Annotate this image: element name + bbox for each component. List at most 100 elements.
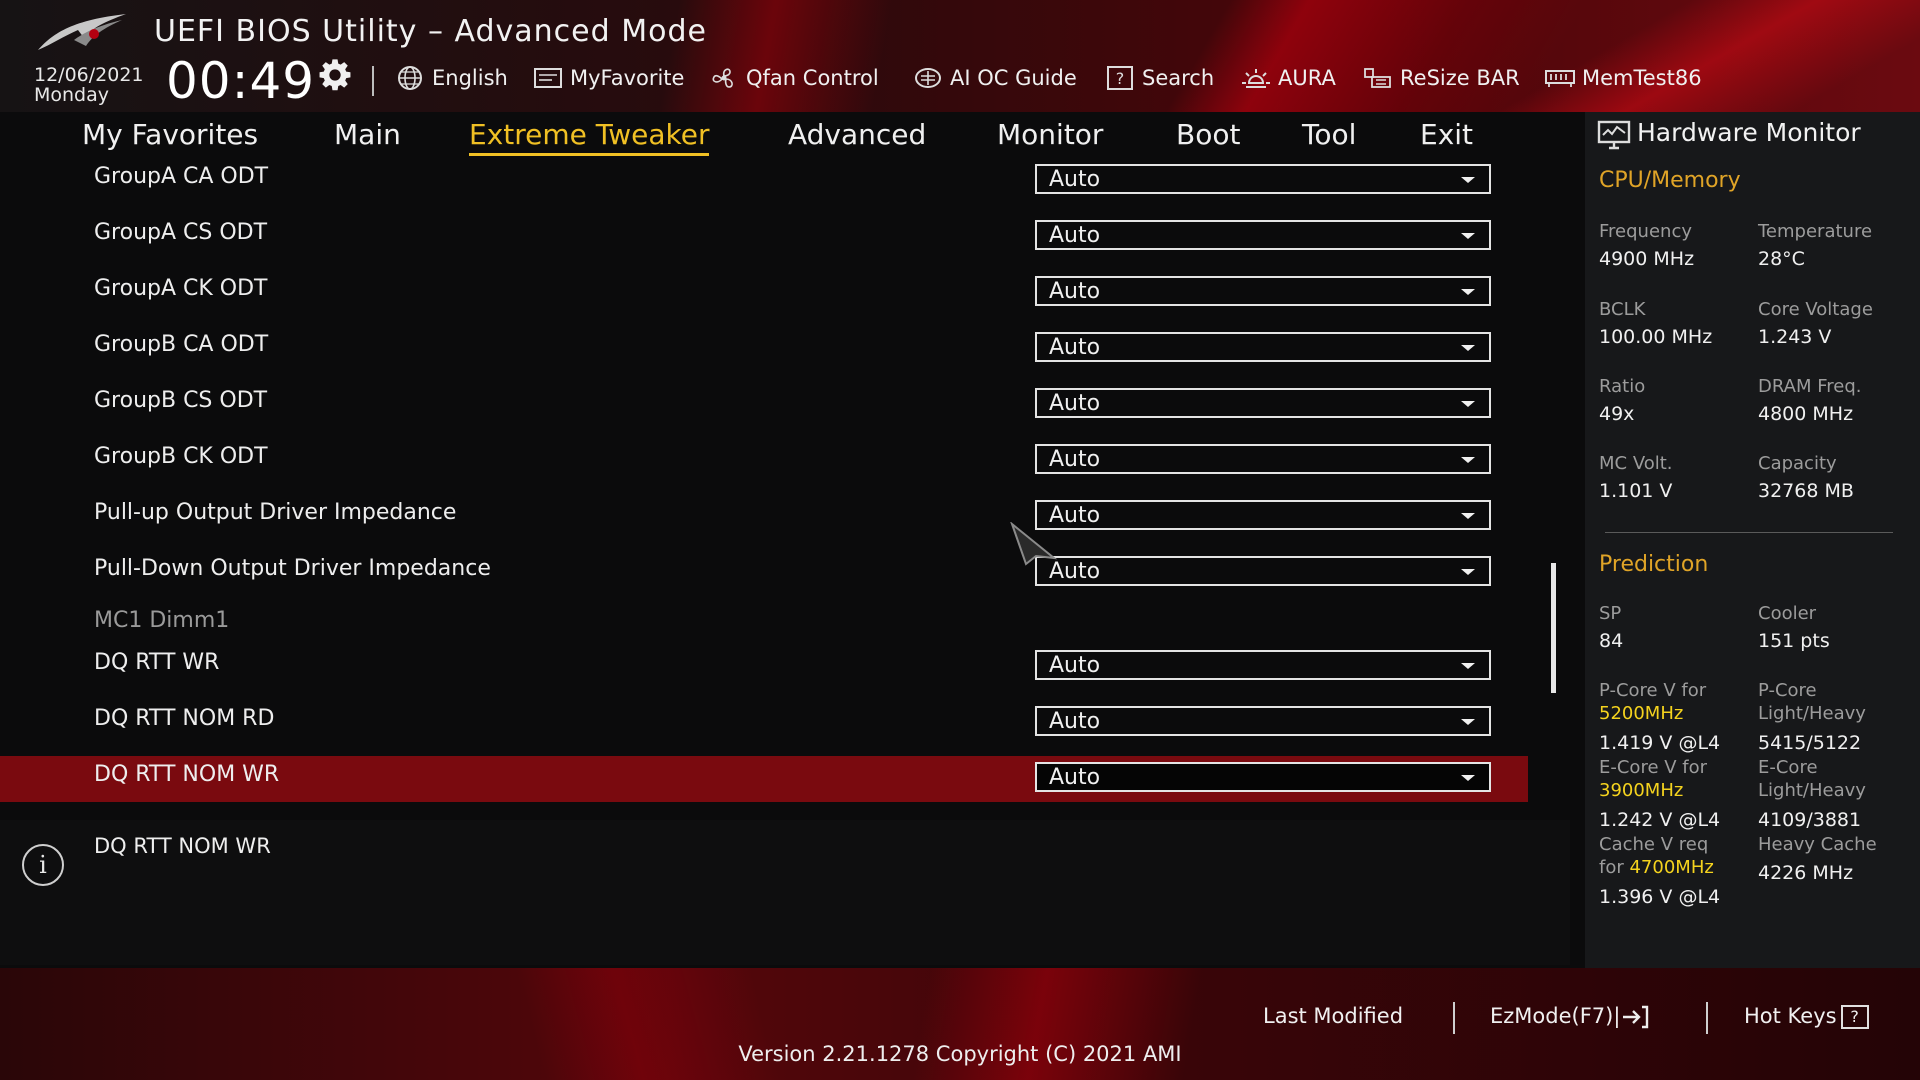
monitor-icon [1597,120,1631,150]
dropdown-arrow-icon [1461,775,1475,781]
hardware-monitor-panel: Hardware Monitor CPU/Memory Frequency 49… [1585,112,1920,968]
tab-extreme-tweaker[interactable]: Extreme Tweaker [469,118,710,156]
qfan-control-button[interactable]: Qfan Control [708,64,879,92]
setting-row-selected[interactable]: DQ RTT NOM WR Auto [0,756,1528,802]
tab-boot[interactable]: Boot [1176,118,1240,153]
tab-monitor[interactable]: Monitor [997,118,1103,153]
setting-label: GroupA CK ODT [94,276,268,301]
dropdown-arrow-icon [1461,569,1475,575]
search-button[interactable]: ? Search [1104,64,1214,92]
tab-my-favorites[interactable]: My Favorites [82,118,258,153]
setting-label: GroupB CS ODT [94,388,268,413]
setting-row[interactable]: DQ RTT WR Auto [0,644,1528,690]
header-bar: UEFI BIOS Utility – Advanced Mode 12/06/… [0,0,1920,112]
prediction-heading: Prediction [1599,552,1709,577]
bclk-value: 100.00 MHz [1599,326,1713,348]
setting-dropdown[interactable]: Auto [1035,220,1491,250]
gear-icon[interactable] [318,58,352,92]
settings-scrollbar[interactable] [1551,563,1556,693]
setting-dropdown[interactable]: Auto [1035,332,1491,362]
setting-row[interactable]: GroupA CK ODT Auto [0,270,1528,316]
setting-row[interactable]: DQ RTT NOM RD Auto [0,700,1528,746]
footer-bar: Last Modified EzMode(F7)| Hot Keys? Vers… [0,968,1920,1080]
setting-dropdown[interactable]: Auto [1035,762,1491,792]
hardware-monitor-title: Hardware Monitor [1637,118,1861,147]
setting-row[interactable]: GroupA CA ODT Auto [0,158,1528,204]
main-menu-tabs: My Favorites Main Extreme Tweaker Advanc… [0,112,1570,158]
setting-row[interactable]: GroupB CK ODT Auto [0,438,1528,484]
setting-row[interactable]: GroupB CS ODT Auto [0,382,1528,428]
question-box-icon: ? [1107,66,1133,90]
last-modified-button[interactable]: Last Modified [1263,1004,1403,1028]
ratio-value: 49x [1599,403,1635,425]
dropdown-value: Auto [1049,223,1101,248]
memtest86-button[interactable]: MemTest86 [1544,64,1702,92]
aura-button[interactable]: AURA [1240,64,1336,92]
pcore-v-frequency: 5200MHz [1599,703,1684,724]
hot-keys-button[interactable]: Hot Keys? [1744,1004,1869,1029]
ecore-v-value: 1.242 V @L4 [1599,809,1721,831]
dropdown-arrow-icon [1461,663,1475,669]
capacity-label: Capacity [1758,453,1837,474]
setting-row[interactable]: Pull-Down Output Driver Impedance Auto [0,550,1528,596]
sp-value: 84 [1599,630,1624,652]
favorite-icon [534,68,562,88]
question-box-icon: ? [1840,1005,1869,1029]
cache-v-frequency: 4700MHz [1629,857,1714,878]
exit-arrow-icon [1623,1005,1649,1029]
hot-keys-label: Hot Keys [1744,1004,1837,1028]
dropdown-value: Auto [1049,167,1101,192]
help-text: DQ RTT NOM WR [94,834,271,858]
cooler-value: 151 pts [1758,630,1830,652]
dropdown-arrow-icon [1461,177,1475,183]
heavy-cache-value: 4226 MHz [1758,862,1854,884]
pcore-v-value: 1.419 V @L4 [1599,732,1721,754]
tab-exit[interactable]: Exit [1420,118,1473,153]
sp-label: SP [1599,603,1622,624]
setting-dropdown[interactable]: Auto [1035,500,1491,530]
current-date: 12/06/2021 [34,64,144,86]
clock-time[interactable]: 00:49 [166,52,315,110]
setting-dropdown[interactable]: Auto [1035,444,1491,474]
ecore-v-frequency: 3900MHz [1599,780,1684,801]
cooler-label: Cooler [1758,603,1817,624]
help-info-panel: i DQ RTT NOM WR [0,820,1570,965]
setting-dropdown[interactable]: Auto [1035,388,1491,418]
setting-dropdown[interactable]: Auto [1035,706,1491,736]
ecore-v-label: E-Core V for [1599,757,1708,778]
memtest86-label: MemTest86 [1582,66,1702,90]
pcore-light-heavy-label-2: Light/Heavy [1758,703,1866,724]
setting-label: DQ RTT NOM RD [94,706,275,731]
setting-label: GroupB CK ODT [94,444,268,469]
aura-label: AURA [1278,66,1336,90]
cache-v-value: 1.396 V @L4 [1599,886,1721,908]
setting-row[interactable]: GroupB CA ODT Auto [0,326,1528,372]
resize-bar-button[interactable]: ReSize BAR [1362,64,1520,92]
temperature-label: Temperature [1758,221,1873,242]
mc-volt-value: 1.101 V [1599,480,1673,502]
dropdown-value: Auto [1049,447,1101,472]
dropdown-arrow-icon [1461,513,1475,519]
setting-row[interactable]: GroupA CS ODT Auto [0,214,1528,260]
language-button[interactable]: English [394,64,508,92]
tab-advanced[interactable]: Advanced [788,118,926,153]
cache-v-for-text: for [1599,857,1624,878]
mouse-cursor-icon [1010,522,1058,566]
setting-row[interactable]: Pull-up Output Driver Impedance Auto [0,494,1528,540]
myfavorite-button[interactable]: MyFavorite [532,64,684,92]
setting-dropdown[interactable]: Auto [1035,164,1491,194]
setting-dropdown[interactable]: Auto [1035,276,1491,306]
setting-dropdown[interactable]: Auto [1035,556,1491,586]
tab-tool[interactable]: Tool [1302,118,1356,153]
ezmode-button[interactable]: EzMode(F7)| [1490,1004,1650,1030]
ai-oc-guide-button[interactable]: AI OC Guide [912,64,1077,92]
bclk-label: BCLK [1599,299,1646,320]
core-voltage-label: Core Voltage [1758,299,1873,320]
dropdown-value: Auto [1049,391,1101,416]
tab-main[interactable]: Main [334,118,401,153]
setting-dropdown[interactable]: Auto [1035,650,1491,680]
ecore-light-heavy-label-2: Light/Heavy [1758,780,1866,801]
chip-icon [915,68,941,88]
version-text: Version 2.21.1278 Copyright (C) 2021 AMI [738,1042,1182,1066]
dropdown-arrow-icon [1461,457,1475,463]
